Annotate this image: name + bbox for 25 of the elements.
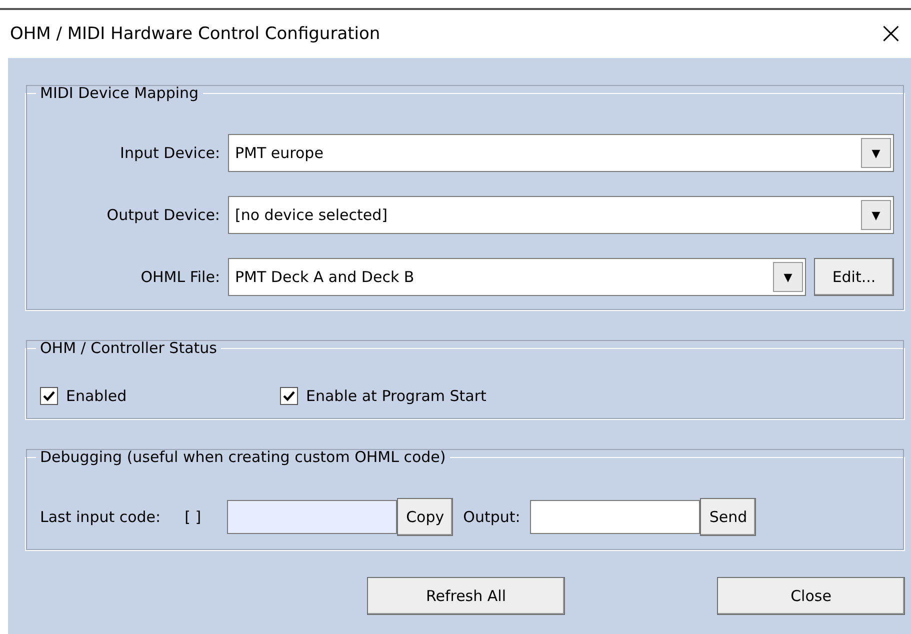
dialog-button[interactable]: Close [717, 577, 905, 615]
dropdown[interactable]: [no device selected] ▼ [228, 196, 894, 234]
window-title: OHM / MIDI Hardware Control Configuration [10, 24, 380, 44]
copy-button[interactable]: Copy [397, 498, 454, 536]
dropdown[interactable]: PMT europe ▼ [228, 134, 894, 172]
output-field[interactable] [530, 500, 700, 534]
field-label: Output: [463, 508, 520, 526]
dropdown[interactable]: PMT Deck A and Deck B ▼ [228, 258, 806, 296]
edit-button[interactable]: Edit... [814, 258, 894, 296]
checkbox-label: Enabled [66, 387, 127, 405]
send-button[interactable]: Send [700, 498, 756, 536]
field-label: Output Device: [106, 206, 220, 224]
checkbox-label: Enable at Program Start [306, 387, 486, 405]
field-label: Last input code: [40, 508, 161, 526]
field-label: OHML File: [140, 268, 220, 286]
field-label: Input Device: [119, 144, 220, 162]
dialog-button[interactable]: Refresh All [367, 577, 565, 615]
group-title: Debugging (useful when creating custom OHML code) [39, 448, 447, 466]
group-title: MIDI Device Mapping [39, 84, 200, 102]
group-title: OHM / Controller Status [39, 339, 218, 357]
checkbox[interactable] [40, 387, 58, 405]
input-code-value: [ ] [184, 508, 202, 526]
input-code-field[interactable] [227, 500, 398, 534]
close-icon[interactable]: × [871, 19, 911, 49]
checkbox[interactable] [280, 387, 298, 405]
